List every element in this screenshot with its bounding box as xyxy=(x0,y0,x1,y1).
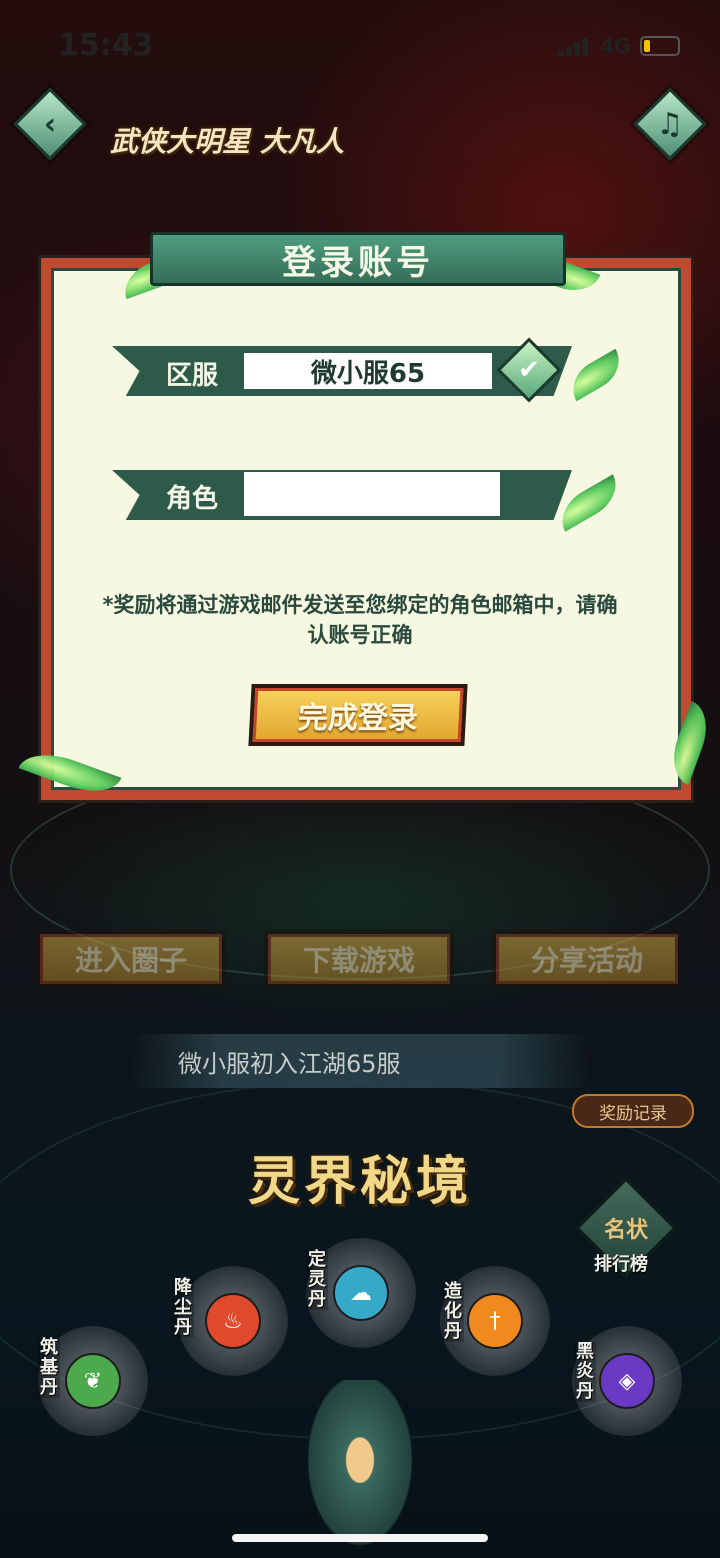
pill-orb-jiangchen[interactable]: ♨ xyxy=(178,1266,288,1376)
finish-login-button[interactable]: 完成登录 xyxy=(248,684,468,746)
network-type: 4G xyxy=(600,34,631,58)
sword-icon: † xyxy=(467,1293,523,1349)
orb-label: 定灵丹 xyxy=(306,1249,328,1310)
orb-label: 降尘丹 xyxy=(172,1277,194,1338)
reward-record-button[interactable]: 奖励记录 xyxy=(572,1094,694,1128)
server-select[interactable]: 微小服65 xyxy=(244,353,492,389)
cloud-icon: ☁ xyxy=(333,1265,389,1321)
logo-text: 武侠大明星 xyxy=(110,125,251,158)
realm-title: 灵界秘境 xyxy=(247,1150,472,1212)
reward-notice: *奖励将通过游戏邮件发送至您绑定的角色邮箱中，请确认账号正确 xyxy=(102,593,618,647)
modal-title: 登录账号 xyxy=(150,232,566,286)
flame-icon: ♨ xyxy=(205,1293,261,1349)
server-label: 区服 xyxy=(166,361,219,391)
download-game-button[interactable]: 下载游戏 xyxy=(264,930,454,988)
share-activity-button[interactable]: 分享活动 xyxy=(492,930,682,988)
signal-icon xyxy=(558,38,592,56)
role-label: 角色 xyxy=(166,484,219,514)
leaderboard-label: 排行榜 xyxy=(594,1254,648,1275)
orb-label: 筑基丹 xyxy=(38,1337,60,1398)
shrine-image xyxy=(300,1380,420,1558)
home-indicator[interactable] xyxy=(232,1534,488,1542)
music-note-icon: ♫ xyxy=(656,106,684,142)
logo-text-2: 大凡人 xyxy=(260,125,345,158)
chevron-left-icon: ‹ xyxy=(43,106,57,142)
join-circle-button[interactable]: 进入圈子 xyxy=(36,930,226,988)
orb-label: 黑炎丹 xyxy=(574,1341,596,1402)
status-time: 15:43 xyxy=(58,28,154,63)
shield-icon: ◈ xyxy=(599,1353,655,1409)
chevron-down-icon: ✔ xyxy=(518,355,540,385)
orb-label: 造化丹 xyxy=(442,1281,464,1342)
status-bar: 15:43 4G xyxy=(0,0,720,90)
role-select[interactable] xyxy=(244,472,500,516)
leaf-icon: ❦ xyxy=(65,1353,121,1409)
ticker-text: 微小服初入江湖65服 xyxy=(178,1049,401,1078)
announcement-ticker: 微小服初入江湖65服 xyxy=(130,1034,590,1088)
game-logo: 武侠大明星 大凡人 xyxy=(110,110,350,170)
battery-icon xyxy=(640,36,680,56)
